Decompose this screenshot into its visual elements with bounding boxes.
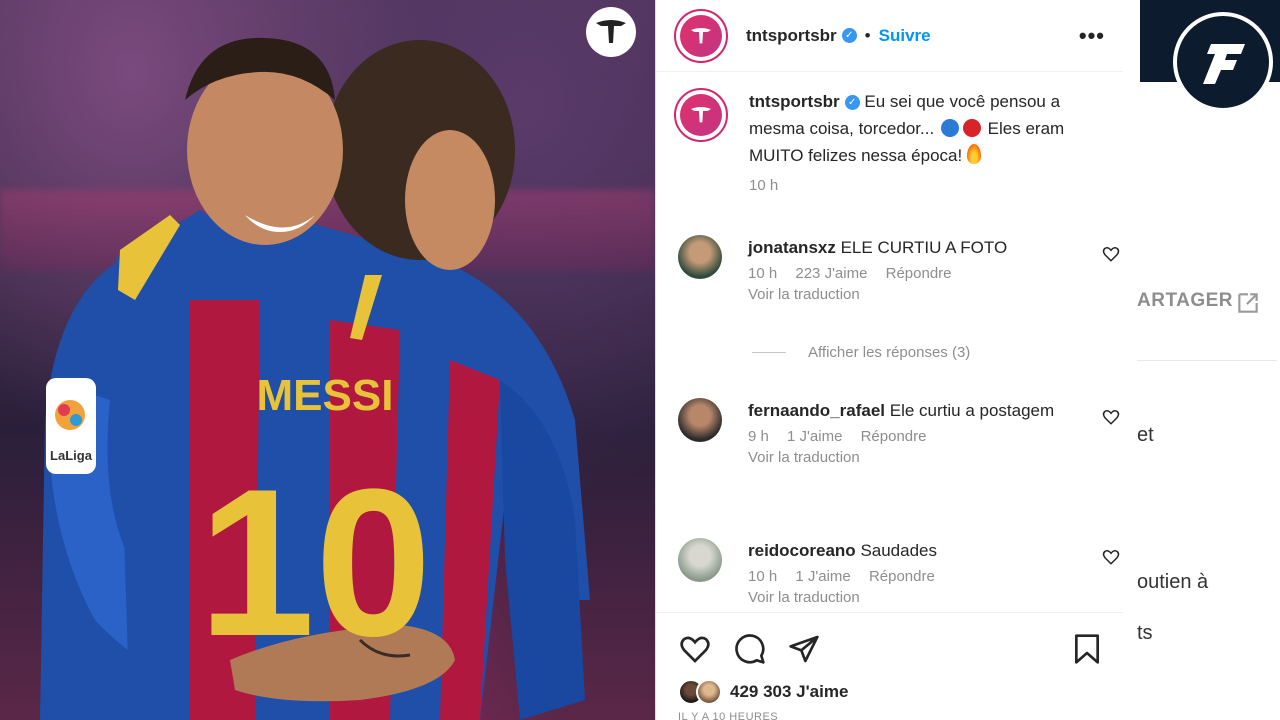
comment-bubble-icon[interactable] (734, 633, 766, 665)
follow-button[interactable]: Suivre (879, 26, 931, 46)
post-caption: tntsportsbr ✓ Eu sei que você pensou a me… (674, 88, 1094, 194)
external-share-icon[interactable] (1235, 290, 1261, 316)
author-username[interactable]: tntsportsbr (746, 26, 837, 46)
view-replies-label[interactable]: Afficher les réponses (3) (808, 344, 970, 361)
caption-username[interactable]: tntsportsbr (749, 92, 840, 111)
like-comment-heart-icon[interactable] (1102, 408, 1120, 426)
site-logo (1173, 12, 1273, 112)
players-illustration: MESSI 10 LaLiga (40, 37, 590, 720)
tnt-logo (586, 7, 636, 57)
liker-avatar (696, 679, 722, 705)
see-translation-link[interactable]: Voir la traduction (748, 286, 1098, 303)
share-label[interactable]: ARTAGER (1137, 290, 1233, 312)
comment-time: 10 h (748, 568, 778, 585)
like-comment-heart-icon[interactable] (1102, 548, 1120, 566)
share-send-icon[interactable] (788, 633, 820, 665)
bookmark-save-icon[interactable] (1073, 633, 1101, 665)
post-header: tntsportsbr ✓ • Suivre ••• (656, 0, 1123, 72)
post-actions: 429 303 J'aime IL Y A 10 HEURES (656, 612, 1123, 720)
caption-avatar[interactable] (674, 88, 728, 142)
divider (1137, 360, 1277, 361)
comment-item: reidocoreano Saudades 10 h 1 J'aime Répo… (678, 538, 1120, 606)
more-options-icon[interactable]: ••• (1079, 23, 1105, 49)
like-comment-heart-icon[interactable] (1102, 245, 1120, 263)
commenter-avatar[interactable] (678, 538, 722, 582)
comment-text: Saudades (860, 541, 938, 560)
commenter-username[interactable]: fernaando_rafael (748, 401, 885, 420)
commenter-avatar[interactable] (678, 398, 722, 442)
caption-time: 10 h (749, 177, 779, 194)
comment-item: fernaando_rafael Ele curtiu a postagem 9… (678, 398, 1120, 466)
commenter-username[interactable]: jonatansxz (748, 238, 836, 257)
comment-text: Ele curtiu a postagem (889, 401, 1055, 420)
comment-time: 10 h (748, 265, 778, 282)
comment-text: ELE CURTIU A FOTO (840, 238, 1008, 257)
post-photo: MESSI 10 LaLiga (0, 0, 655, 720)
see-translation-link[interactable]: Voir la traduction (748, 589, 1098, 606)
verified-badge-icon: ✓ (844, 95, 860, 111)
likes-summary[interactable]: 429 303 J'aime (678, 679, 848, 705)
comments-section[interactable]: tntsportsbr ✓ Eu sei que você pensou a me… (656, 72, 1123, 612)
article-text-fragment: et (1137, 424, 1154, 446)
commenter-avatar[interactable] (678, 235, 722, 279)
article-text-fragment: ts (1137, 622, 1153, 644)
fire-emoji-icon (966, 144, 981, 164)
comment-likes[interactable]: 1 J'aime (787, 428, 842, 445)
commenter-username[interactable]: reidocoreano (748, 541, 856, 560)
red-circle-emoji-icon (962, 119, 981, 137)
comment-likes[interactable]: 223 J'aime (795, 265, 867, 282)
reply-button[interactable]: Répondre (869, 568, 935, 585)
comment-likes[interactable]: 1 J'aime (795, 568, 850, 585)
see-translation-link[interactable]: Voir la traduction (748, 449, 1098, 466)
verified-badge-icon: ✓ (841, 28, 857, 43)
like-heart-icon[interactable] (678, 633, 712, 665)
comment-time: 9 h (748, 428, 769, 445)
background-article-page: ARTAGER et outien à ts (1123, 0, 1280, 720)
comment-item: jonatansxz ELE CURTIU A FOTO 10 h 223 J'… (678, 235, 1120, 303)
likes-count[interactable]: 429 303 J'aime (730, 682, 848, 702)
article-text-fragment: outien à (1137, 571, 1209, 593)
reply-button[interactable]: Répondre (861, 428, 927, 445)
post-timestamp: IL Y A 10 HEURES (678, 711, 779, 720)
laliga-badge: LaLiga (50, 448, 93, 463)
replies-divider (752, 352, 786, 353)
separator-dot: • (864, 25, 871, 45)
instagram-post-panel: tntsportsbr ✓ • Suivre ••• tntsportsbr ✓ … (655, 0, 1123, 720)
author-avatar[interactable] (674, 8, 728, 63)
jersey-name: MESSI (257, 371, 394, 420)
jersey-number: 10 (198, 445, 432, 680)
blue-circle-emoji-icon (940, 119, 959, 137)
view-replies-button[interactable]: Afficher les réponses (3) (752, 344, 970, 361)
reply-button[interactable]: Répondre (886, 265, 952, 282)
